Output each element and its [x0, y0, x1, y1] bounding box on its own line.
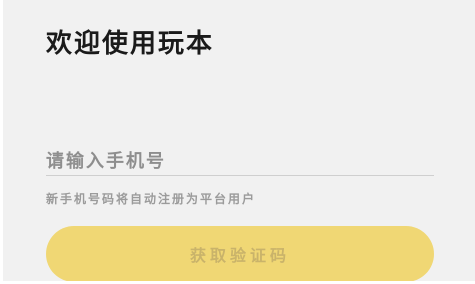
registration-hint: 新手机号码将自动注册为平台用户	[46, 192, 257, 206]
get-verification-code-button[interactable]: 获取验证码	[46, 226, 434, 282]
left-edge-divider	[0, 0, 3, 284]
phone-number-input[interactable]	[46, 147, 434, 176]
page-title: 欢迎使用玩本	[46, 29, 215, 59]
